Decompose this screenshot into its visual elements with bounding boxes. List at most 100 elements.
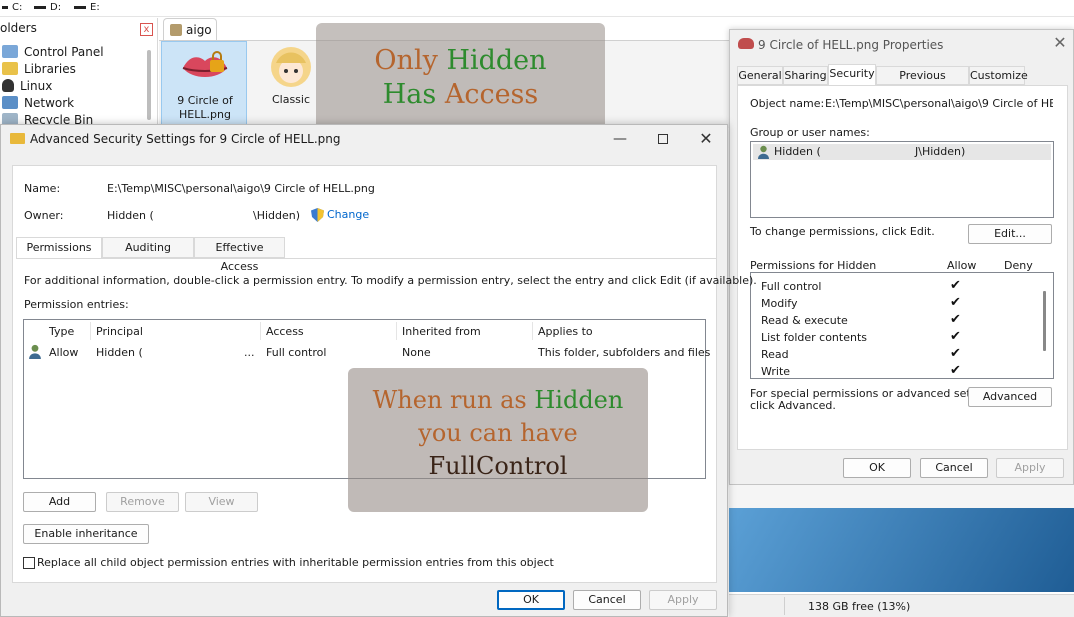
check-icon: ✔ — [950, 363, 961, 378]
advanced-button[interactable]: Advanced — [968, 387, 1052, 407]
apply-button[interactable]: Apply — [649, 590, 717, 610]
caption-word: Access — [444, 79, 539, 110]
maximize-icon[interactable] — [653, 129, 673, 149]
user-icon — [758, 145, 769, 159]
status-bar: 138 GB free (13%) — [729, 594, 1074, 617]
permissions-for-label: Permissions for Hidden — [750, 259, 877, 272]
name-value: E:\Temp\MISC\personal\aigo\9 Circle of H… — [107, 182, 375, 195]
penguin-icon — [2, 79, 14, 92]
caption-line: When run as Hidden — [348, 386, 648, 414]
group-list-item[interactable]: Hidden ( J\Hidden) — [753, 144, 1051, 160]
user-domain: J\Hidden) — [915, 145, 966, 158]
add-button[interactable]: Add — [23, 492, 96, 512]
check-icon: ✔ — [950, 295, 961, 310]
remove-button[interactable]: Remove — [106, 492, 179, 512]
owner-domain: \Hidden) — [253, 209, 301, 222]
permission-full-control: Full control — [761, 280, 822, 293]
permission-scrollbar[interactable] — [1043, 291, 1046, 351]
permission-write: Write — [761, 365, 791, 378]
caption-word: Has — [382, 79, 437, 110]
column-header-access[interactable]: Access — [266, 325, 304, 338]
view-button[interactable]: View — [185, 492, 258, 512]
ok-button[interactable]: OK — [843, 458, 911, 478]
table-row[interactable]: Allow Hidden ( ... Full control None Thi… — [24, 342, 710, 362]
row-type: Allow — [49, 346, 79, 359]
tab-previous-versions[interactable]: Previous Versions — [876, 66, 969, 99]
title-bar[interactable]: Advanced Security Settings for 9 Circle … — [1, 125, 727, 153]
lips-icon — [182, 51, 228, 77]
permission-list[interactable]: Full control ✔ Modify ✔ Read & execute ✔… — [750, 272, 1054, 379]
caption-word: Hidden — [534, 386, 624, 414]
network-icon — [2, 96, 18, 109]
column-header-inherited[interactable]: Inherited from — [402, 325, 481, 338]
tree-item-label: Libraries — [24, 61, 76, 76]
group-label: Group or user names: — [750, 126, 870, 139]
close-icon[interactable]: x — [140, 23, 153, 36]
caption-word: Hidden — [446, 45, 547, 76]
check-icon: ✔ — [950, 329, 961, 344]
tab-divider — [16, 258, 716, 259]
tree-item-linux[interactable]: Linux — [2, 77, 52, 94]
close-icon[interactable]: ✕ — [1051, 33, 1069, 52]
tree-item-control-panel[interactable]: Control Panel — [2, 43, 104, 60]
row-inherited: None — [402, 346, 431, 359]
anime-girl-icon — [271, 47, 311, 87]
file-name-line: 9 Circle of — [177, 94, 233, 107]
caption-word: Only — [374, 45, 438, 76]
window-title: Advanced Security Settings for 9 Circle … — [30, 132, 341, 146]
replace-entries-checkbox[interactable] — [23, 557, 35, 569]
deny-header: Deny — [1004, 259, 1033, 272]
minimize-icon[interactable]: — — [610, 129, 630, 149]
change-permissions-text: To change permissions, click Edit. — [750, 225, 935, 238]
drive-icon — [74, 6, 86, 9]
drive-c[interactable]: C: — [2, 2, 22, 13]
window-title: 9 Circle of HELL.png Properties — [758, 38, 944, 52]
user-name: Hidden ( — [774, 145, 821, 158]
cancel-button[interactable]: Cancel — [573, 590, 641, 610]
tab-effective-access[interactable]: Effective Access — [194, 237, 285, 273]
group-list[interactable]: Hidden ( J\Hidden) — [750, 141, 1054, 218]
tree-scrollbar[interactable] — [147, 50, 151, 120]
row-applies: This folder, subfolders and files — [538, 346, 711, 359]
tab-security[interactable]: Security — [828, 64, 876, 86]
drive-icon — [34, 6, 46, 9]
tree-item-network[interactable]: Network — [2, 94, 74, 111]
name-label: Name: — [24, 182, 61, 195]
tab-auditing[interactable]: Auditing — [102, 237, 194, 258]
drive-e[interactable]: E: — [74, 2, 100, 13]
folder-icon — [10, 133, 25, 144]
permission-read: Read — [761, 348, 789, 361]
shield-icon — [311, 208, 324, 225]
file-item-9-circle[interactable]: 9 Circle of HELL.png — [161, 41, 247, 125]
edit-button[interactable]: Edit... — [968, 224, 1052, 244]
column-header-type[interactable]: Type — [49, 325, 74, 338]
enable-inheritance-button[interactable]: Enable inheritance — [23, 524, 149, 544]
tree-item-label: Linux — [20, 78, 53, 93]
tab-permissions[interactable]: Permissions — [16, 237, 102, 259]
tab-general[interactable]: General — [737, 66, 783, 85]
folder-icon — [2, 62, 18, 75]
control-panel-icon — [2, 45, 18, 58]
tab-customize[interactable]: Customize — [969, 66, 1028, 85]
properties-window: 9 Circle of HELL.png Properties ✕ Genera… — [729, 29, 1074, 485]
file-name-line: HELL.png — [179, 108, 231, 121]
close-icon[interactable]: ✕ — [696, 129, 716, 149]
column-divider — [90, 322, 91, 340]
tab-aigo[interactable]: aigo — [163, 18, 217, 40]
folders-title: olders — [0, 21, 37, 35]
background-strip — [729, 485, 1074, 508]
tab-sharing[interactable]: Sharing — [783, 66, 828, 85]
apply-button[interactable]: Apply — [996, 458, 1064, 478]
column-header-applies[interactable]: Applies to — [538, 325, 593, 338]
drive-d[interactable]: D: — [34, 2, 61, 13]
permission-read-execute: Read & execute — [761, 314, 848, 327]
change-owner-link[interactable]: Change — [327, 208, 369, 221]
cancel-button[interactable]: Cancel — [920, 458, 988, 478]
drive-bar: C: D: E: — [0, 0, 1074, 17]
ok-button[interactable]: OK — [497, 590, 565, 610]
caption-word: When run as — [372, 386, 527, 414]
column-divider — [396, 322, 397, 340]
free-space-text: 138 GB free (13%) — [808, 600, 911, 613]
tree-item-libraries[interactable]: Libraries — [2, 60, 76, 77]
column-header-principal[interactable]: Principal — [96, 325, 143, 338]
